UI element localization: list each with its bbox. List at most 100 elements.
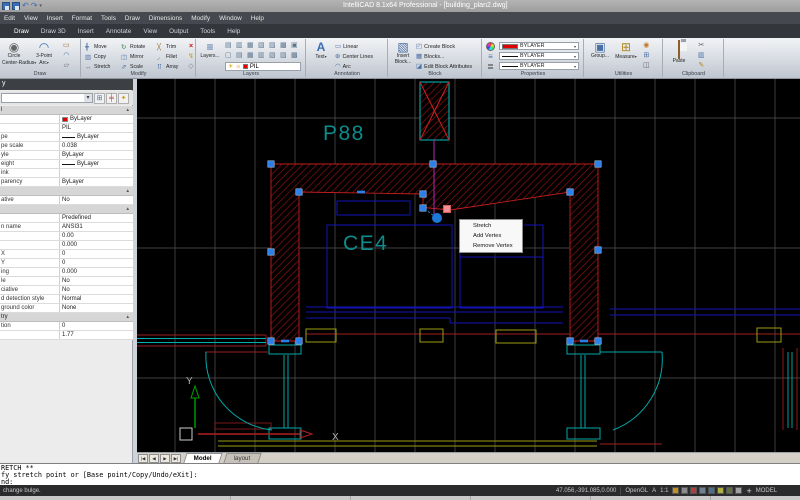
ribbon-tab-insert[interactable]: Insert — [78, 28, 94, 35]
layer-tool-icon-13[interactable]: ▩ — [291, 51, 302, 61]
layer-tool-icon-2[interactable]: ▦ — [247, 41, 258, 51]
grip[interactable] — [567, 338, 573, 344]
status-toggle-6[interactable] — [726, 487, 733, 494]
redo-icon[interactable]: ↷ — [31, 2, 38, 10]
undo-icon[interactable]: ↶ — [22, 2, 29, 10]
linear-button[interactable]: ▭Linear — [335, 42, 387, 51]
property-value[interactable]: ByLayer — [59, 151, 133, 159]
util-side-icon-2[interactable]: ◫ — [643, 62, 650, 70]
group-button[interactable]: ▣ Group... — [588, 41, 612, 60]
tab-layout[interactable]: layout — [223, 453, 261, 463]
menu-help[interactable]: Help — [251, 15, 264, 22]
prev-tab-button[interactable]: ◀ — [149, 454, 159, 463]
layer-tool-icon-3[interactable]: ▧ — [258, 41, 269, 51]
grip[interactable] — [595, 247, 601, 253]
property-value[interactable]: No — [59, 286, 133, 294]
layer-tool-icon-10[interactable]: ▥ — [258, 51, 269, 61]
properties-panel-header[interactable]: y — [0, 79, 133, 90]
layer-combo[interactable]: ☀ ☼ PIL — [225, 62, 301, 71]
grip[interactable] — [567, 189, 573, 195]
annotation-icon[interactable]: A — [652, 488, 656, 494]
property-value[interactable]: No — [59, 277, 133, 285]
blocks--button[interactable]: ▦Blocks... — [416, 52, 480, 61]
property-value[interactable]: ByLayer — [59, 160, 133, 168]
menu-insert[interactable]: Insert — [47, 15, 63, 22]
property-section-header[interactable]: try — [0, 313, 133, 322]
coordinates-readout[interactable]: 47.056,-391.085,0.000 — [556, 488, 616, 494]
layer-tool-icon-0[interactable]: ▤ — [225, 41, 236, 51]
layer-tool-icon-1[interactable]: ▥ — [236, 41, 247, 51]
layer-tool-icon-11[interactable]: ▧ — [269, 51, 280, 61]
layer-tool-icon-4[interactable]: ▨ — [269, 41, 280, 51]
toggle-pickadd-button[interactable]: ✦ — [118, 93, 129, 104]
save-icon[interactable] — [2, 2, 10, 10]
color-bylayer-combo-0[interactable]: BYLAYER▾ — [499, 42, 579, 50]
ribbon-tab-draw[interactable]: Draw — [14, 28, 29, 35]
cursor-grip-dot[interactable] — [432, 213, 442, 223]
property-value[interactable] — [59, 169, 133, 177]
ribbon-tab-tools[interactable]: Tools — [200, 28, 215, 35]
property-section-header[interactable]: l — [0, 106, 133, 115]
first-tab-button[interactable]: |◀ — [138, 454, 148, 463]
property-value[interactable]: PIL — [59, 124, 133, 132]
create-block-button[interactable]: ◰Create Block — [416, 42, 480, 51]
grip[interactable] — [268, 249, 274, 255]
grip[interactable] — [595, 338, 601, 344]
grip[interactable] — [268, 338, 274, 344]
move-button[interactable]: ╋Move — [85, 42, 119, 52]
status-toggle-4[interactable] — [708, 487, 715, 494]
command-window[interactable]: RETCH ** fy stretch point or [Base point… — [0, 463, 800, 485]
layers-button[interactable]: ≡ Layers... — [198, 41, 222, 60]
clip-side-icon-0[interactable]: ✂ — [698, 42, 704, 50]
model-space-toggle[interactable]: MODEL — [756, 488, 777, 494]
qat-dropdown-icon[interactable]: ▾ — [39, 3, 42, 9]
property-value[interactable]: 0.038 — [59, 142, 133, 150]
status-toggle-7[interactable] — [735, 487, 742, 494]
grip[interactable] — [268, 161, 274, 167]
property-value[interactable]: 0.000 — [59, 241, 133, 249]
hot-grip[interactable] — [444, 206, 451, 213]
ellipse-tool-icon[interactable]: ◠ — [63, 52, 69, 60]
rectangle-tool-icon[interactable]: ▭ — [63, 42, 70, 50]
property-value[interactable]: ANSI31 — [59, 223, 133, 231]
property-value[interactable]: 0 — [59, 250, 133, 258]
status-toggle-5[interactable] — [717, 487, 724, 494]
context-menu-item-remove-vertex[interactable]: Remove Vertex — [460, 241, 522, 251]
property-value[interactable]: 0 — [59, 322, 133, 330]
clip-side-icon-2[interactable]: ✎ — [698, 62, 704, 70]
menu-edit[interactable]: Edit — [4, 15, 15, 22]
menu-draw[interactable]: Draw — [125, 15, 140, 22]
line-bylayer-combo-1[interactable]: BYLAYER▾ — [499, 52, 579, 60]
renderer-label[interactable]: OpenGL — [625, 488, 648, 494]
context-menu-item-stretch[interactable]: Stretch — [460, 221, 522, 231]
edit-block-attributes-button[interactable]: ◪Edit Block Attributes — [416, 62, 480, 71]
save-as-icon[interactable] — [12, 2, 20, 10]
property-value[interactable]: Predefined — [59, 214, 133, 222]
lineweight-icon[interactable]: ≣ — [487, 63, 494, 71]
ribbon-tab-draw-3d[interactable]: Draw 3D — [41, 28, 66, 35]
ribbon-tab-output[interactable]: Output — [169, 28, 188, 35]
menu-modify[interactable]: Modify — [191, 15, 210, 22]
rotate-button[interactable]: ↻Rotate — [121, 42, 155, 52]
text-button[interactable]: A Text — [309, 41, 333, 61]
property-value[interactable]: 0.00 — [59, 232, 133, 240]
midpoint-grip[interactable] — [580, 340, 588, 343]
linetype-icon[interactable]: ≡ — [488, 53, 493, 61]
polyline-tool-icon[interactable]: ▱ — [64, 62, 69, 70]
drawing-canvas[interactable]: P88 CE4 Y X — [137, 79, 800, 452]
context-menu-item-add-vertex[interactable]: Add Vertex — [460, 231, 522, 241]
layer-tool-icon-8[interactable]: ▤ — [236, 51, 247, 61]
property-value[interactable]: ByLayer — [59, 178, 133, 186]
center-lines-button[interactable]: ⊕Center Lines — [335, 52, 387, 61]
tab-model[interactable]: Model — [183, 453, 222, 463]
property-section-header[interactable] — [0, 205, 133, 214]
line-bylayer-combo-2[interactable]: BYLAYER▾ — [499, 62, 579, 70]
status-toggle-2[interactable] — [690, 487, 697, 494]
layer-tool-icon-12[interactable]: ▨ — [280, 51, 291, 61]
grip[interactable] — [420, 205, 426, 211]
property-value[interactable]: 0.000 — [59, 268, 133, 276]
annotation-scale[interactable]: 1:1 — [660, 488, 668, 494]
menu-tools[interactable]: Tools — [101, 15, 116, 22]
midpoint-grip[interactable] — [357, 191, 365, 194]
ribbon-tab-view[interactable]: View — [143, 28, 157, 35]
